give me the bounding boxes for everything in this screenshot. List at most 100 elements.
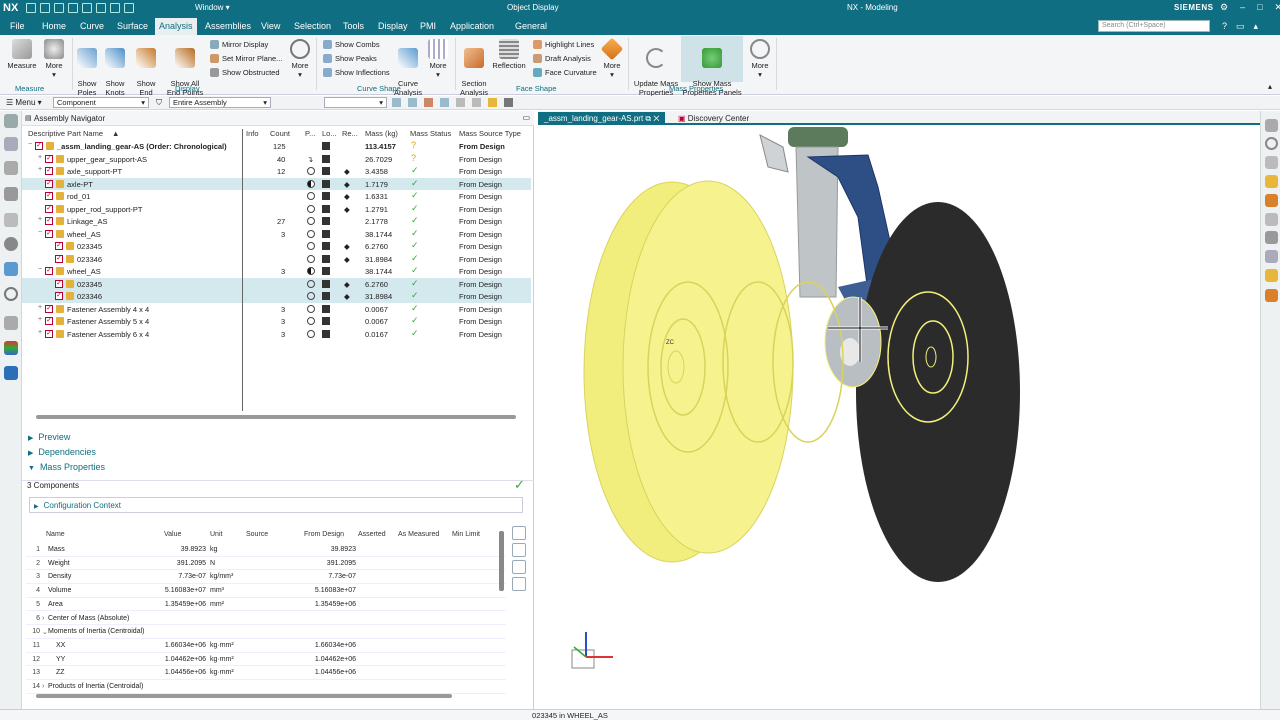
reuse-library-icon[interactable]	[4, 213, 18, 227]
col-mass-source[interactable]: Mass Source Type	[459, 129, 521, 138]
switch-window-icon[interactable]	[124, 3, 134, 13]
col-mass-status[interactable]: Mass Status	[410, 129, 451, 138]
visibility-checkbox[interactable]: ✓	[55, 292, 63, 300]
menu-view[interactable]: View	[261, 21, 280, 31]
web-browser-icon[interactable]	[4, 237, 18, 251]
ribbon-collapse-icon[interactable]: ▴	[1268, 82, 1272, 91]
mass-row[interactable]: 1 Mass 39.8923 kg 39.8923	[26, 543, 506, 557]
redo-icon[interactable]	[54, 3, 64, 13]
tree-row[interactable]: ✓ rod_01 ◆ 1.6331 ✓ From Design	[22, 190, 531, 203]
visibility-checkbox[interactable]: ✓	[35, 142, 43, 150]
cut-icon[interactable]	[68, 3, 78, 13]
list-icon[interactable]	[512, 560, 526, 574]
show-inflections-button[interactable]: Show Inflections	[323, 68, 390, 77]
expand-toggle-icon[interactable]: +	[38, 304, 42, 311]
nx-logo[interactable]: NX	[3, 2, 18, 14]
mcol-from-design[interactable]: From Design	[304, 531, 344, 538]
expand-toggle-icon[interactable]: −	[38, 229, 42, 236]
menu-pmi[interactable]: PMI	[420, 21, 436, 31]
mcol-asserted[interactable]: Asserted	[358, 531, 386, 538]
mass-row[interactable]: 5 Area 1.35459e+06 mm² 1.35459e+06	[26, 598, 506, 612]
visibility-checkbox[interactable]: ✓	[45, 154, 53, 163]
graphics-window[interactable]: _assm_landing_gear-AS.prt ⧉ ✕ ▣ Discover…	[538, 111, 1260, 710]
chevron-icon[interactable]: ›	[42, 615, 44, 622]
menu-general[interactable]: General	[515, 21, 547, 31]
mass-row[interactable]: 3 Density 7.73e-07 kg/mm³ 7.73e-07	[26, 570, 506, 585]
tree-row[interactable]: + ✓ Fastener Assembly 5 x 4 3 0.0067 ✓ From De…	[22, 315, 531, 328]
snap-center-icon[interactable]	[440, 98, 449, 107]
draft-analysis-button[interactable]: Draft Analysis	[533, 54, 591, 63]
history-icon[interactable]	[4, 262, 18, 276]
tree-row[interactable]: + ✓ Fastener Assembly 4 x 4 3 0.0067 ✓ From De…	[22, 303, 531, 316]
maximize-icon[interactable]: □	[1257, 2, 1262, 13]
visibility-checkbox[interactable]: ✓	[45, 317, 53, 325]
expand-toggle-icon[interactable]: −	[38, 266, 42, 273]
mass-row[interactable]: 11 XX 1.66034e+06 kg·mm² 1.66034e+06	[26, 639, 506, 653]
tree-row[interactable]: ✓ 023345 ◆ 6.2760 ✓ From Design	[22, 277, 531, 290]
col-lo[interactable]: Lo...	[322, 129, 337, 138]
panel-icon[interactable]: ▭	[1236, 21, 1245, 32]
chevron-icon[interactable]: ›	[42, 683, 44, 690]
snap-point-icon[interactable]	[392, 98, 401, 107]
mass-row[interactable]: 10 ⌄ Moments of Inertia (Centroidal)	[26, 625, 506, 639]
tree-row[interactable]: + ✓ Fastener Assembly 6 x 4 3 0.0167 ✓ From De…	[22, 328, 531, 341]
face-curvature-button[interactable]: Face Curvature	[533, 68, 597, 77]
command-search-input[interactable]: Search (Ctrl+Space)	[1098, 20, 1210, 32]
menu-selection[interactable]: Selection	[294, 21, 331, 31]
view-orient-icon[interactable]	[1265, 119, 1278, 132]
mcol-name[interactable]: Name	[46, 531, 65, 538]
visibility-checkbox[interactable]: ✓	[45, 167, 53, 175]
rotate-icon[interactable]	[1265, 137, 1278, 150]
mass-row[interactable]: 4 Volume 5.16083e+07 mm³ 5.16083e+07	[26, 584, 506, 598]
menu-analysis[interactable]: Analysis	[155, 18, 197, 35]
render-icon[interactable]	[1265, 194, 1278, 207]
mass-more-button[interactable]: More ▾	[748, 39, 772, 79]
expand-toggle-icon[interactable]: +	[38, 154, 42, 161]
part-navigator-icon[interactable]	[4, 137, 18, 151]
mcol-source[interactable]: Source	[246, 531, 268, 538]
tree-row[interactable]: ✓ 023345 ◆ 6.2760 ✓ From Design	[22, 240, 531, 253]
section-icon[interactable]	[1265, 213, 1278, 226]
col-re[interactable]: Re...	[342, 129, 358, 138]
mass-table-horizontal-scrollbar[interactable]	[36, 694, 452, 698]
menu-file[interactable]: File	[10, 21, 25, 31]
menu-home[interactable]: Home	[42, 21, 66, 31]
tree-row[interactable]: − ✓ wheel_AS 3 38.1744 ✓ From Design	[22, 228, 531, 241]
show-mass-properties-panels-button[interactable]: Show Mass Properties Panels	[681, 36, 743, 97]
type-filter-select[interactable]: Component ▾	[53, 97, 149, 108]
show-knots-button[interactable]: Show Knots	[102, 39, 128, 97]
measure-button[interactable]: Measure	[6, 39, 38, 70]
show-peaks-button[interactable]: Show Peaks	[323, 54, 377, 63]
refresh-icon[interactable]	[512, 526, 526, 540]
snap-help-icon[interactable]	[488, 98, 497, 107]
set-mirror-plane-button[interactable]: Set Mirror Plane...	[210, 54, 282, 63]
menu-tools[interactable]: Tools	[343, 21, 364, 31]
col-mass[interactable]: Mass (kg)	[365, 129, 398, 138]
tree-row[interactable]: + ✓ upper_gear_support-AS 40 ↴ 26.7029? From D…	[22, 153, 531, 166]
mass-table-scrollbar[interactable]	[499, 531, 504, 591]
repeat-icon[interactable]	[110, 3, 120, 13]
expand-toggle-icon[interactable]: +	[38, 316, 42, 323]
reflection-button[interactable]: Reflection	[492, 39, 526, 70]
close-icon[interactable]: ✕	[1275, 2, 1280, 13]
tab-landing-gear-part[interactable]: _assm_landing_gear-AS.prt ⧉ ✕	[538, 112, 666, 125]
face-more-button[interactable]: More ▾	[600, 37, 624, 79]
visibility-checkbox[interactable]: ✓	[55, 242, 63, 250]
display-more-button[interactable]: More ▾	[288, 39, 312, 79]
snap-face-icon[interactable]	[472, 98, 481, 107]
visibility-checkbox[interactable]: ✓	[45, 217, 53, 225]
menu-curve[interactable]: Curve	[80, 21, 104, 31]
visibility-checkbox[interactable]: ✓	[45, 192, 53, 200]
layer-icon[interactable]	[1265, 250, 1278, 263]
curve-more-button[interactable]: More ▾	[426, 39, 450, 79]
snap-grid-icon[interactable]	[456, 98, 465, 107]
tree-row[interactable]: − ✓ wheel_AS 3 38.1744 ✓ From Design	[22, 265, 531, 278]
export-icon[interactable]	[512, 577, 526, 591]
mcol-min-limit[interactable]: Min Limit	[452, 531, 480, 538]
show-obstructed-button[interactable]: Show Obstructed	[210, 68, 280, 77]
dependencies-section[interactable]: ▶ Dependencies	[28, 447, 96, 457]
visibility-checkbox[interactable]: ✓	[55, 279, 63, 288]
section-analysis-button[interactable]: Section Analysis	[458, 39, 490, 97]
menu-display[interactable]: Display	[378, 21, 408, 31]
mcol-as-measured[interactable]: As Measured	[398, 531, 439, 538]
